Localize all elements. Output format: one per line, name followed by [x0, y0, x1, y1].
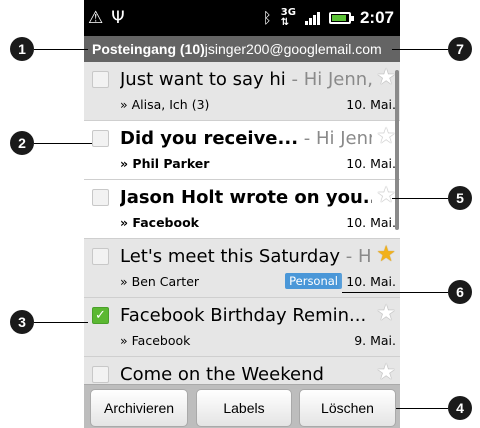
callout-leader-6	[342, 292, 448, 293]
message-list: Just want to say hi - Hi Jenn,... » Alis…	[84, 62, 400, 416]
message-sender: » Facebook	[120, 333, 191, 348]
message-row[interactable]: ✓ Facebook Birthday Remin... » Facebook …	[84, 298, 400, 357]
callout-marker-5: 5	[448, 186, 472, 210]
battery-icon	[328, 12, 354, 24]
message-date: 10. Mai.	[346, 156, 396, 171]
star-icon[interactable]: ★	[376, 244, 396, 266]
message-snippet: - Hi Jenn...	[303, 128, 372, 149]
message-row[interactable]: Did you receive... - Hi Jenn... » Phil P…	[84, 121, 400, 180]
callout-marker-3: 3	[10, 310, 34, 334]
annotated-screenshot: ⚠ Ψ ᛒ 3G ⇅ 2:07 Posteingang (10)jsinger20…	[0, 0, 480, 428]
message-date: 10. Mai.	[346, 274, 396, 289]
star-icon[interactable]: ★	[376, 303, 396, 325]
message-subject: Come on the Weekend	[120, 364, 324, 385]
star-icon[interactable]: ★	[376, 126, 396, 148]
folder-name: Posteingang (10)	[92, 41, 205, 57]
message-subject: Jason Holt wrote on you...	[120, 187, 372, 208]
archive-button[interactable]: Archivieren	[90, 389, 188, 427]
message-checkbox[interactable]	[92, 71, 109, 88]
message-sender: » Phil Parker	[120, 156, 210, 171]
message-row[interactable]: Jason Holt wrote on you... » Facebook 10…	[84, 180, 400, 239]
account-email: jsinger200@googlemail.com	[204, 41, 382, 57]
label-tag-personal: Personal	[285, 273, 342, 289]
callout-leader-1	[34, 49, 88, 50]
callout-leader-3	[34, 322, 88, 323]
callout-marker-6: 6	[448, 280, 472, 304]
star-icon[interactable]: ★	[376, 362, 396, 384]
status-bar: ⚠ Ψ ᛒ 3G ⇅ 2:07	[84, 0, 400, 36]
message-date: 10. Mai.	[346, 215, 396, 230]
message-row[interactable]: Just want to say hi - Hi Jenn,... » Alis…	[84, 62, 400, 121]
scrollbar[interactable]	[395, 70, 399, 230]
action-bar: Archivieren Labels Löschen	[84, 384, 400, 428]
message-subject: Just want to say hi	[120, 69, 286, 90]
warning-icon: ⚠	[88, 8, 104, 28]
usb-icon: Ψ	[111, 8, 125, 28]
message-checkbox-checked[interactable]: ✓	[92, 307, 109, 324]
callout-leader-7	[392, 49, 448, 50]
callout-marker-1: 1	[10, 37, 34, 61]
message-snippet: - Hi ...	[345, 246, 372, 267]
message-checkbox[interactable]	[92, 130, 109, 147]
3g-icon: 3G ⇅	[280, 7, 296, 28]
account-header[interactable]: Posteingang (10)jsinger200@googlemail.co…	[84, 36, 400, 62]
message-sender: » Facebook	[120, 215, 199, 230]
labels-button[interactable]: Labels	[196, 389, 292, 427]
phone-screen: ⚠ Ψ ᛒ 3G ⇅ 2:07 Posteingang (10)jsinger20…	[84, 0, 400, 428]
callout-marker-7: 7	[448, 37, 472, 61]
message-subject: Did you receive...	[120, 128, 299, 149]
signal-icon	[304, 11, 320, 25]
star-icon[interactable]: ★	[376, 185, 396, 207]
star-icon[interactable]: ★	[376, 67, 396, 89]
message-snippet: - Hi Jenn,...	[291, 69, 372, 90]
message-checkbox[interactable]	[92, 189, 109, 206]
callout-leader-4	[396, 408, 448, 409]
message-date: 9. Mai.	[354, 333, 396, 348]
callout-marker-2: 2	[10, 131, 34, 155]
message-sender: » Alisa, Ich (3)	[120, 97, 210, 112]
message-subject: Facebook Birthday Remin...	[120, 305, 367, 326]
message-date: 10. Mai.	[346, 97, 396, 112]
message-checkbox[interactable]	[92, 366, 109, 383]
status-time: 2:07	[359, 8, 394, 27]
message-sender: » Ben Carter	[120, 274, 200, 289]
message-checkbox[interactable]	[92, 248, 109, 265]
delete-button[interactable]: Löschen	[299, 389, 396, 427]
bluetooth-icon: ᛒ	[262, 9, 272, 27]
message-row[interactable]: Let's meet this Saturday - Hi ... » Ben …	[84, 239, 400, 298]
callout-marker-4: 4	[448, 396, 472, 420]
message-subject: Let's meet this Saturday	[120, 246, 341, 267]
callout-leader-2	[34, 143, 92, 144]
callout-leader-5b	[392, 198, 448, 199]
